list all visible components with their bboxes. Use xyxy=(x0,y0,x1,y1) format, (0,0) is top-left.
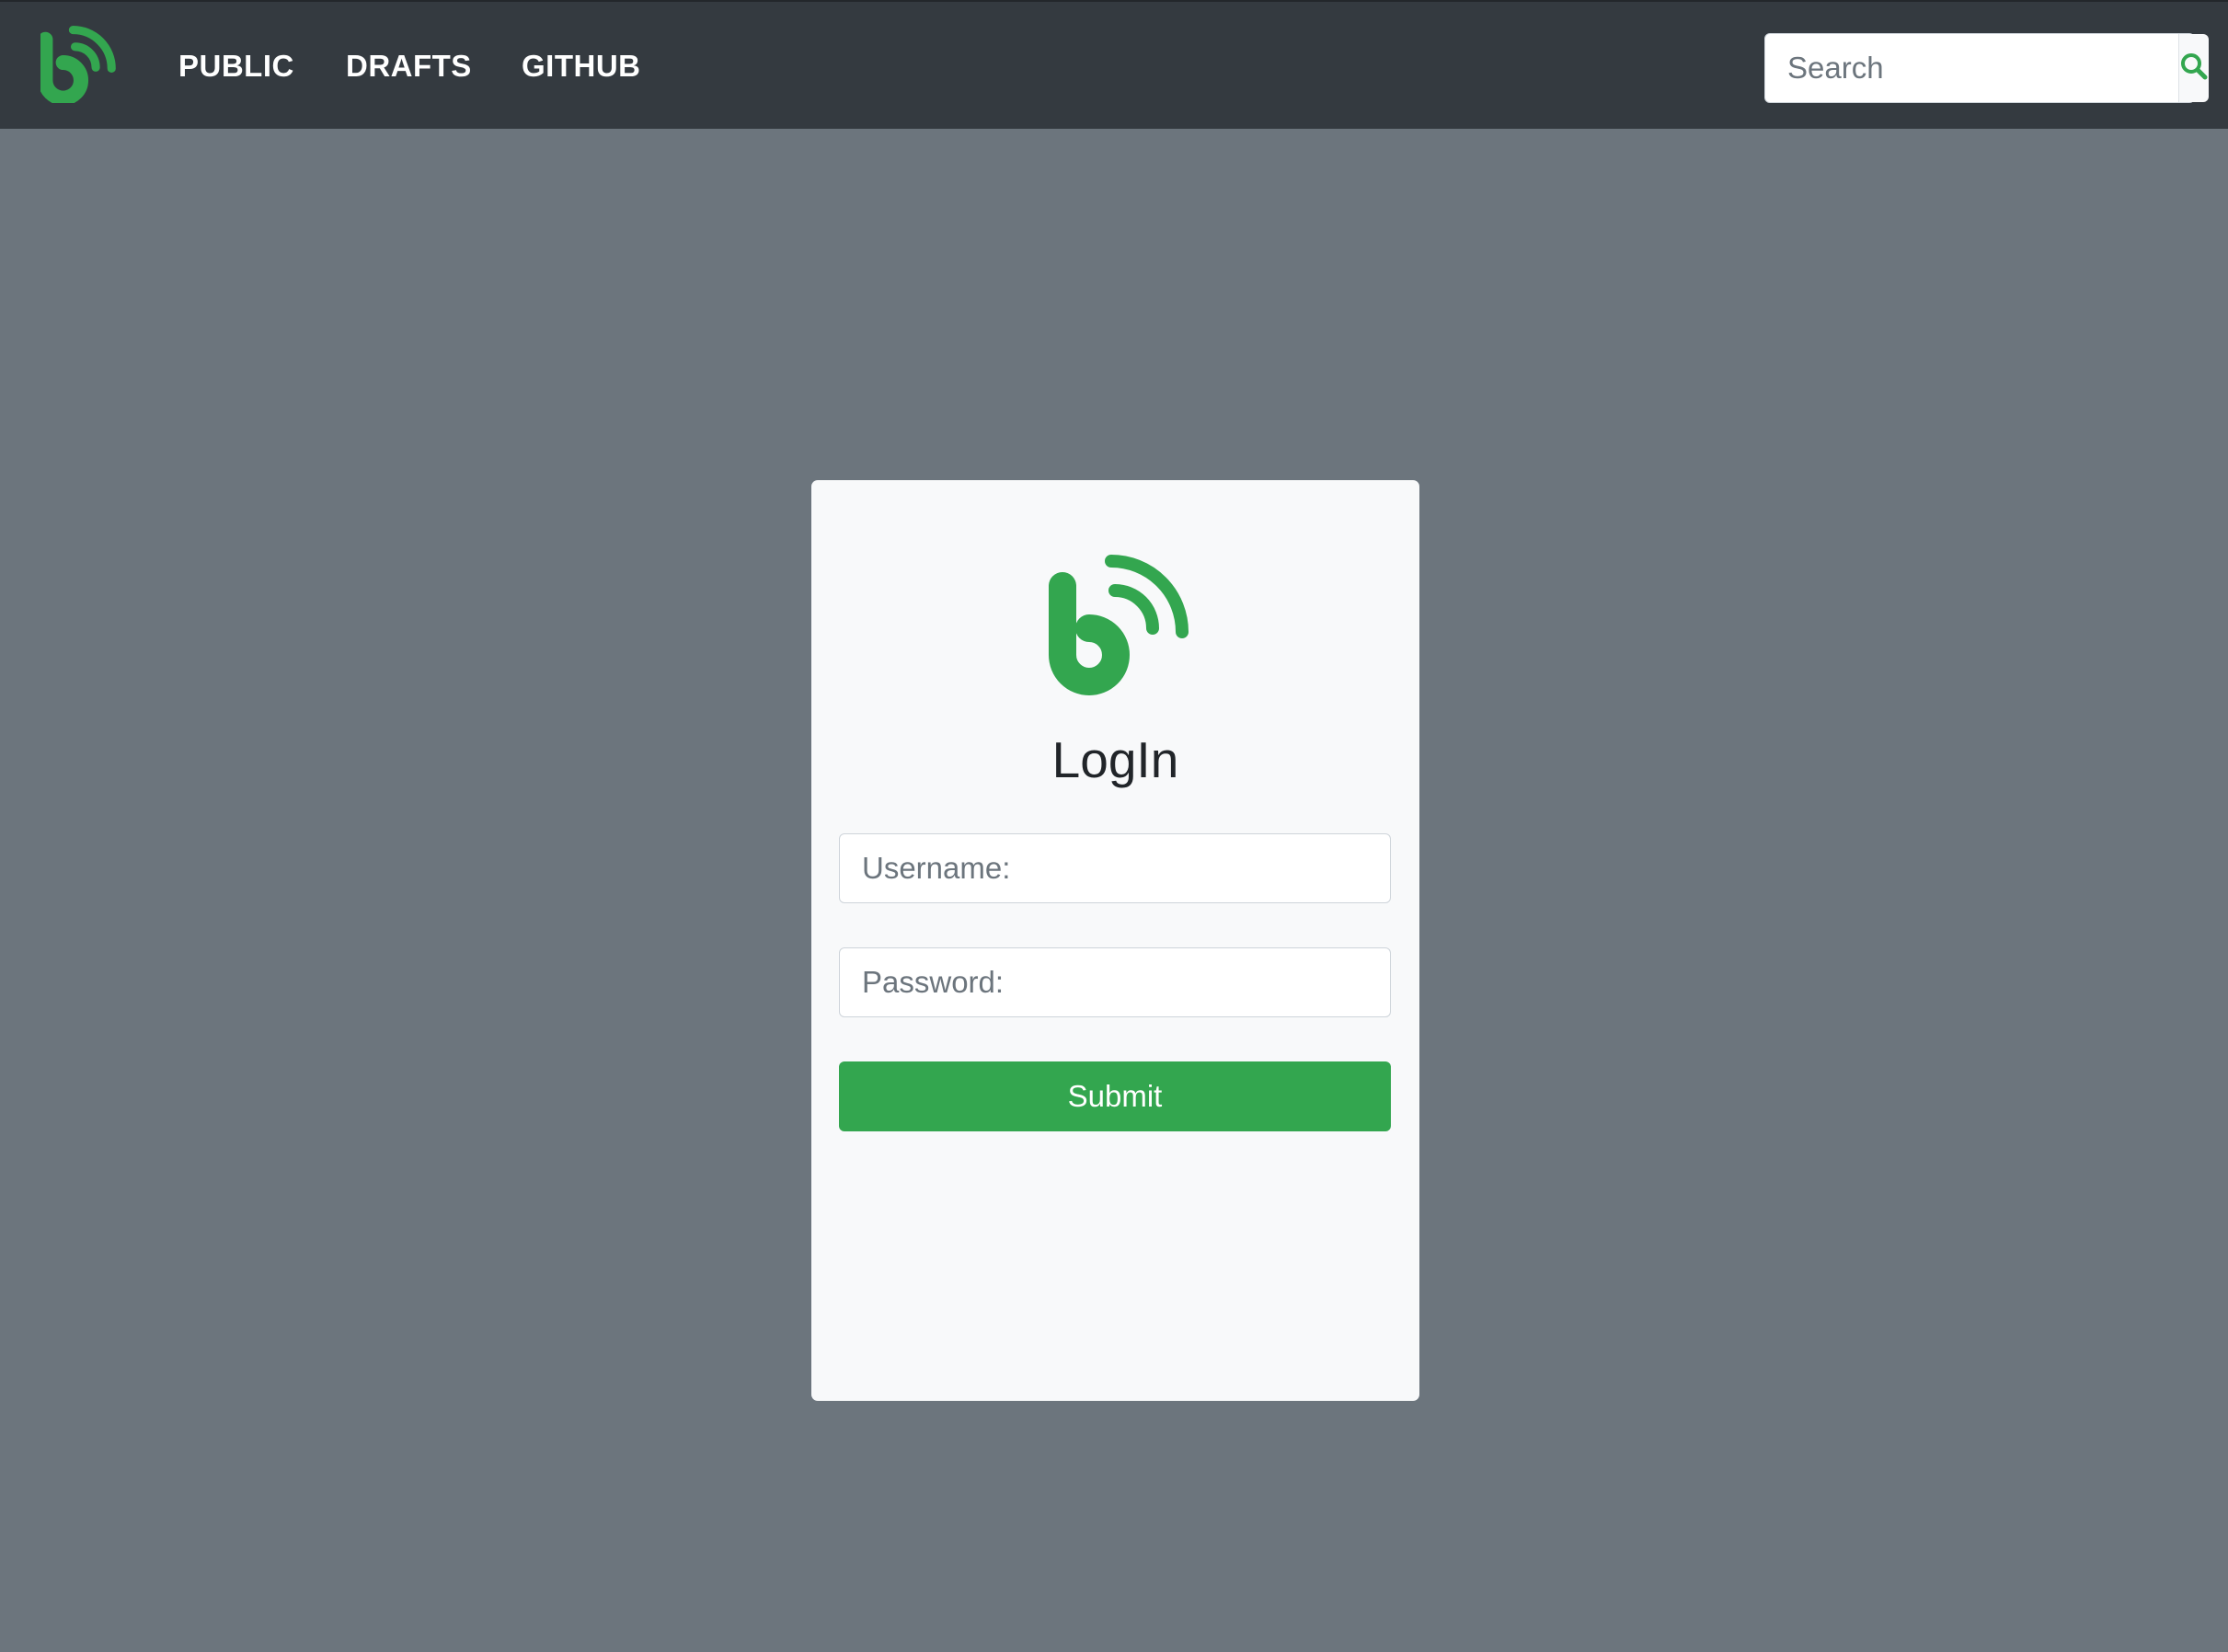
login-card: LogIn Submit xyxy=(811,480,1419,1401)
submit-button[interactable]: Submit xyxy=(839,1061,1391,1131)
search-icon xyxy=(2179,52,2209,86)
top-navbar: PUBLIC DRAFTS GITHUB xyxy=(0,0,2228,129)
login-logo-icon xyxy=(1047,549,1198,700)
nav-link-public[interactable]: PUBLIC xyxy=(178,48,294,85)
username-field[interactable] xyxy=(839,833,1391,903)
page-background: PUBLIC DRAFTS GITHUB Search LogIn Userna… xyxy=(0,0,2228,1652)
search-input[interactable] xyxy=(1765,34,2178,102)
search-box xyxy=(1764,33,2209,103)
login-title: LogIn xyxy=(1051,731,1179,788)
nav-link-drafts[interactable]: DRAFTS xyxy=(346,48,472,85)
search-button[interactable] xyxy=(2178,34,2209,102)
nav-link-github[interactable]: GITHUB xyxy=(522,48,641,85)
password-field[interactable] xyxy=(839,947,1391,1017)
brand-logo-icon[interactable] xyxy=(38,22,121,106)
